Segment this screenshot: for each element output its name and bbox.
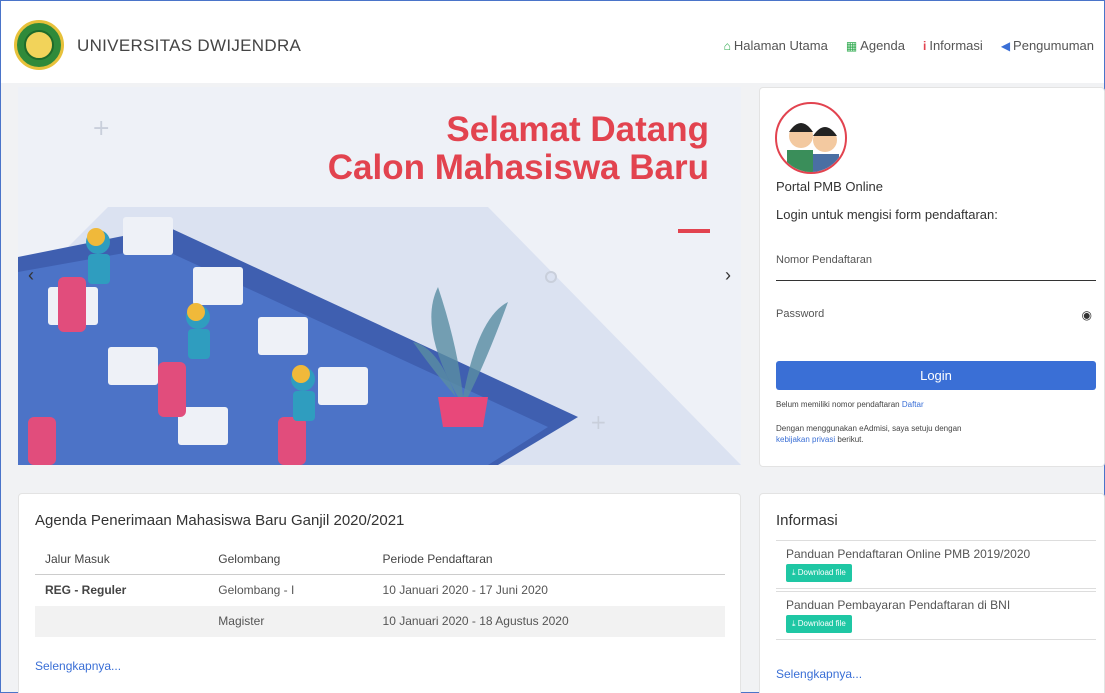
download-button[interactable]: ⤓ Download file bbox=[786, 615, 852, 633]
svg-text:+: + bbox=[92, 116, 110, 141]
register-text: Belum memiliki nomor pendaftaran Daftar bbox=[776, 399, 924, 410]
university-logo[interactable] bbox=[14, 20, 64, 70]
main-nav: ⌂ Halaman Utama ▦ Agenda i Informasi ◀ P… bbox=[724, 38, 1094, 53]
nav-agenda[interactable]: ▦ Agenda bbox=[846, 38, 905, 53]
privacy-after: berikut. bbox=[837, 435, 864, 444]
login-button[interactable]: Login bbox=[776, 361, 1096, 390]
login-card: Portal PMB Online Login untuk mengisi fo… bbox=[759, 87, 1105, 467]
column-header: Jalur Masuk bbox=[35, 544, 209, 575]
nav-pengumuman[interactable]: ◀ Pengumuman bbox=[1001, 38, 1094, 53]
nav-informasi[interactable]: i Informasi bbox=[923, 38, 983, 53]
agenda-more-link[interactable]: Selengkapnya... bbox=[35, 659, 121, 673]
table-cell: Magister bbox=[208, 605, 373, 637]
download-button[interactable]: ⤓ Download file bbox=[786, 564, 852, 582]
register-link[interactable]: Daftar bbox=[902, 400, 924, 409]
privacy-text: Dengan menggunakan eAdmisi, saya setuju … bbox=[776, 423, 961, 445]
info-item-title: Panduan Pembayaran Pendaftaran di BNI bbox=[786, 598, 1011, 612]
agree-label: Dengan menggunakan eAdmisi, saya setuju … bbox=[776, 424, 962, 433]
informasi-title: Informasi bbox=[776, 512, 838, 529]
nav-label: Pengumuman bbox=[1013, 38, 1094, 53]
no-account-label: Belum memiliki nomor pendaftaran bbox=[776, 400, 900, 409]
table-row: REG - Reguler Gelombang - I 10 Januari 2… bbox=[35, 575, 725, 606]
eye-icon[interactable]: ◉ bbox=[1082, 308, 1092, 322]
informasi-card: Informasi Panduan Pendaftaran Online PMB… bbox=[759, 493, 1105, 693]
column-header: Periode Pendaftaran bbox=[372, 544, 725, 575]
hero-line-2: Calon Mahasiswa Baru bbox=[327, 148, 709, 187]
list-item: Panduan Pembayaran Pendaftaran di BNI ⤓ … bbox=[776, 591, 1096, 640]
carousel-prev-icon[interactable]: ‹ bbox=[28, 265, 34, 286]
hero-line-1: Selamat Datang bbox=[446, 110, 709, 149]
privacy-link[interactable]: kebijakan privasi bbox=[776, 435, 835, 444]
hero-accent-bar bbox=[678, 229, 710, 233]
nav-label: Informasi bbox=[929, 38, 983, 53]
calendar-icon: ▦ bbox=[845, 38, 858, 53]
table-cell: REG - Reguler bbox=[45, 583, 127, 598]
nomor-pendaftaran-underline bbox=[776, 280, 1096, 281]
table-cell bbox=[35, 605, 209, 637]
table-cell: Gelombang - I bbox=[218, 583, 295, 598]
nav-label: Halaman Utama bbox=[733, 38, 828, 53]
agenda-table: Jalur Masuk Gelombang Periode Pendaftara… bbox=[35, 544, 725, 637]
agenda-card: Agenda Penerimaan Mahasiswa Baru Ganjil … bbox=[18, 493, 741, 693]
download-label: Download file bbox=[797, 619, 846, 628]
column-header: Gelombang bbox=[208, 544, 373, 575]
megaphone-icon: ◀ bbox=[1000, 38, 1011, 53]
nav-halaman-utama[interactable]: ⌂ Halaman Utama bbox=[724, 38, 828, 53]
login-hint: Login untuk mengisi form pendaftaran: bbox=[776, 207, 998, 222]
nav-label: Agenda bbox=[860, 38, 905, 53]
agenda-title: Agenda Penerimaan Mahasiswa Baru Ganjil … bbox=[35, 512, 405, 529]
password-field[interactable]: Password bbox=[776, 308, 824, 320]
table-cell: 10 Januari 2020 - 17 Juni 2020 bbox=[382, 583, 548, 598]
table-cell: 10 Januari 2020 - 18 Agustus 2020 bbox=[372, 605, 725, 637]
info-icon: i bbox=[923, 38, 927, 53]
svg-text:+: + bbox=[590, 410, 607, 434]
table-row: Magister 10 Januari 2020 - 18 Agustus 20… bbox=[35, 605, 725, 637]
download-label: Download file bbox=[797, 568, 846, 577]
portal-title: Portal PMB Online bbox=[776, 179, 883, 194]
list-item: Panduan Pendaftaran Online PMB 2019/2020… bbox=[776, 540, 1096, 589]
carousel-next-icon[interactable]: › bbox=[725, 265, 731, 286]
brand-name[interactable]: UNIVERSITAS DWIJENDRA bbox=[77, 36, 301, 56]
home-icon: ⌂ bbox=[723, 38, 731, 53]
hero-carousel: + + Selamat Datang Calon Mahasiswa Baru … bbox=[18, 87, 741, 465]
top-navbar: UNIVERSITAS DWIJENDRA ⌂ Halaman Utama ▦ … bbox=[1, 1, 1104, 83]
informasi-more-link[interactable]: Selengkapnya... bbox=[776, 667, 862, 681]
info-item-title: Panduan Pendaftaran Online PMB 2019/2020 bbox=[786, 547, 1031, 561]
nomor-pendaftaran-field[interactable]: Nomor Pendaftaran bbox=[776, 254, 872, 266]
hero-headline: Selamat Datang Calon Mahasiswa Baru bbox=[328, 111, 709, 187]
students-avatar bbox=[775, 102, 847, 174]
